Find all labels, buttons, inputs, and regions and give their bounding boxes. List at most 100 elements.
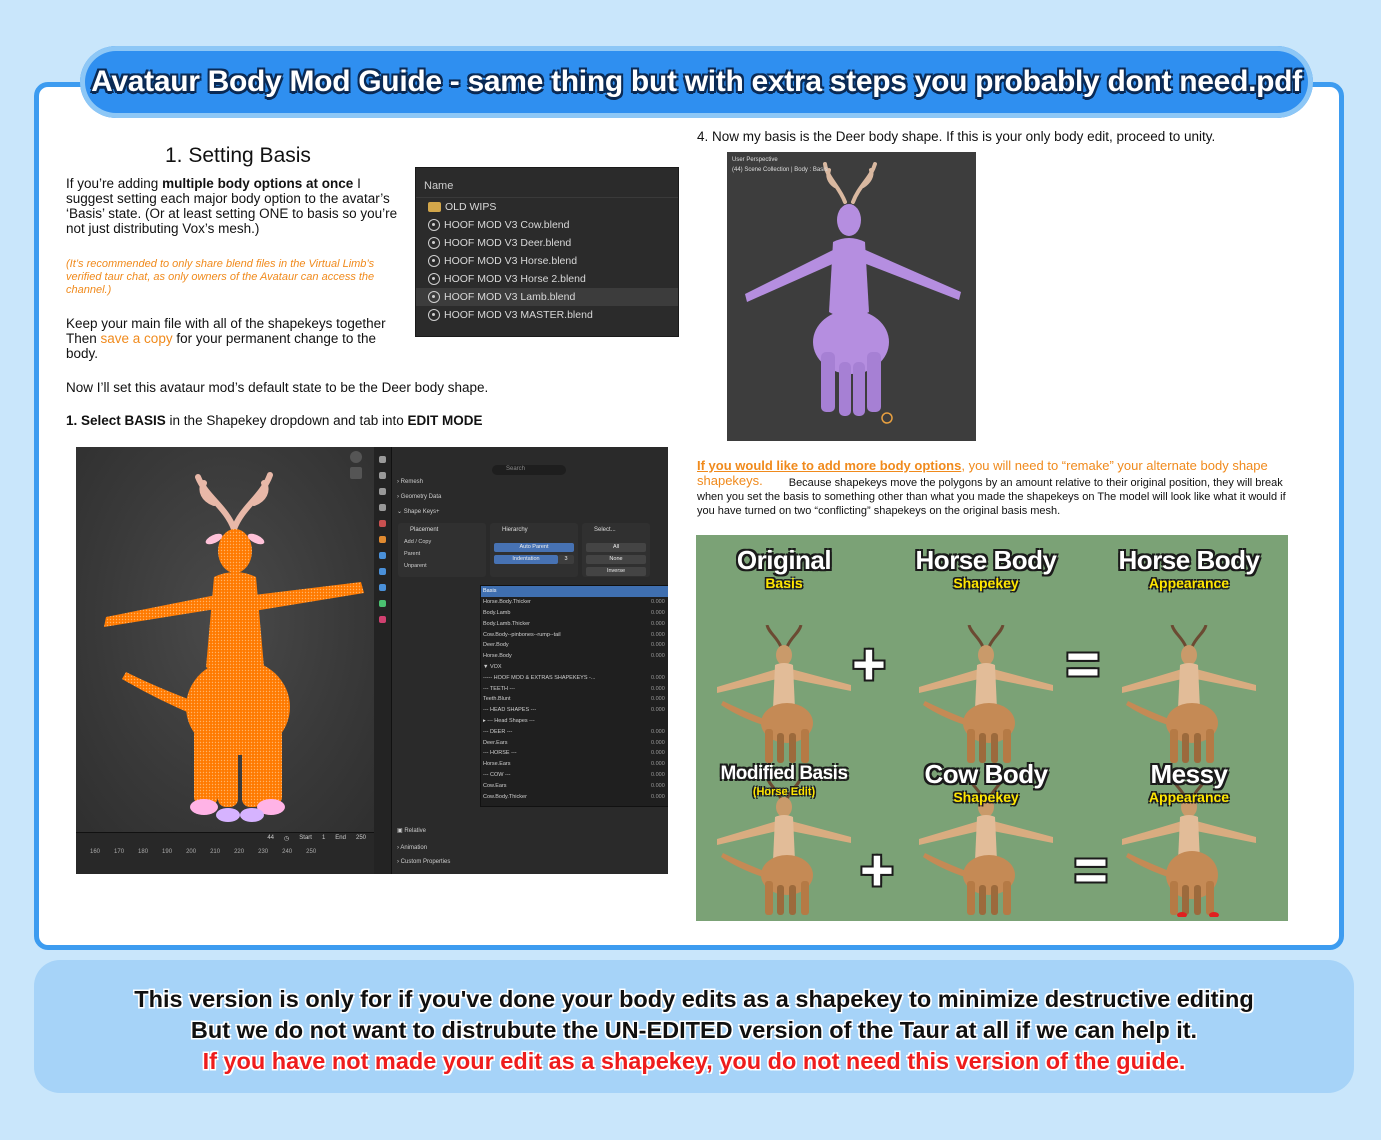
shape-key-value[interactable]: 0.000 xyxy=(651,610,668,616)
footer-warning: If you have not made your edit as a shap… xyxy=(202,1048,1186,1074)
file-name: HOOF MOD V3 Deer.blend xyxy=(444,237,572,249)
unparent-dropdown[interactable]: Unparent xyxy=(398,560,486,572)
properties-editor: Search › Remesh › Geometry Data ⌄ Shape … xyxy=(392,447,668,874)
object-tab-icon[interactable] xyxy=(379,536,386,543)
sharing-note: (It’s recommended to only share blend fi… xyxy=(66,258,375,296)
shape-key-row[interactable]: Cow.Body--pinbones--rump--tail 0.000 xyxy=(481,629,668,640)
title-banner: Avataur Body Mod Guide - same thing but … xyxy=(80,46,1313,118)
shape-key-row[interactable]: --- TEETH --- 0.000 xyxy=(481,683,668,694)
output-tab-icon[interactable] xyxy=(379,488,386,495)
shape-key-row[interactable]: --- DEER --- 0.000 xyxy=(481,726,668,737)
modifier-tab-icon[interactable] xyxy=(379,552,386,559)
shape-key-name: Teeth.Blunt xyxy=(483,696,511,703)
select-all-button[interactable]: All xyxy=(586,543,646,552)
geometry-data-section[interactable]: › Geometry Data xyxy=(397,494,441,500)
tool-tab-icon[interactable] xyxy=(379,456,386,463)
shape-key-row[interactable]: --- HEAD SHAPES --- 0.000 xyxy=(481,705,668,716)
plus-icon: + xyxy=(852,632,886,697)
start-frame[interactable]: 1 xyxy=(322,835,325,845)
timeline-tick: 210 xyxy=(210,849,221,855)
properties-search[interactable]: Search xyxy=(492,465,566,475)
comparison-label: Cow Body Shapekey xyxy=(924,759,1048,805)
shape-key-row[interactable]: Teeth.Blunt 0.000 xyxy=(481,694,668,705)
indentation-field[interactable]: Indentation xyxy=(494,555,558,564)
parent-dropdown[interactable]: Parent xyxy=(398,548,486,560)
add-copy-dropdown[interactable]: Add / Copy xyxy=(398,536,486,548)
shape-key-row[interactable]: Cow.Body.Thicker 0.000 xyxy=(481,791,668,802)
keep-file-paragraph: Keep your main file with all of the shap… xyxy=(66,316,386,361)
blend-file-icon xyxy=(428,291,440,303)
save-a-copy-link: save a copy xyxy=(100,331,173,346)
file-browser-header: Name xyxy=(416,168,678,198)
auto-parent-button[interactable]: Auto Parent xyxy=(494,543,574,552)
animation-section[interactable]: › Animation xyxy=(397,845,427,851)
shape-key-row[interactable]: Deer.Body 0.000 xyxy=(481,640,668,651)
indentation-value[interactable]: 3 xyxy=(558,555,574,564)
current-frame[interactable]: 44 xyxy=(267,835,274,845)
shape-key-row[interactable]: Body.Lamb 0.000 xyxy=(481,608,668,619)
file-item[interactable]: HOOF MOD V3 Deer.blend xyxy=(416,234,678,252)
shape-key-row[interactable]: ----- HOOF MOD & EXTRAS SHAPEKEYS -... 0.… xyxy=(481,672,668,683)
shape-key-value[interactable]: 0.000 xyxy=(651,761,668,767)
shape-key-name: --- HORSE --- xyxy=(483,750,517,757)
lilac-deer-mesh xyxy=(745,162,961,424)
shape-key-row[interactable]: Body.Lamb.Thicker 0.000 xyxy=(481,618,668,629)
file-item[interactable]: HOOF MOD V3 Cow.blend xyxy=(416,216,678,234)
shape-key-row[interactable]: Cow.Ears 0.000 xyxy=(481,780,668,791)
shape-key-value[interactable]: 0.000 xyxy=(651,632,668,638)
file-name: HOOF MOD V3 Cow.blend xyxy=(444,219,570,231)
file-item[interactable]: HOOF MOD V3 Horse 2.blend xyxy=(416,270,678,288)
shape-key-name: --- TEETH --- xyxy=(483,685,515,692)
shape-key-value[interactable]: 0.000 xyxy=(651,740,668,746)
render-tab-icon[interactable] xyxy=(379,472,386,479)
shape-key-name: Deer.Ears xyxy=(483,739,508,746)
physics-tab-icon[interactable] xyxy=(379,584,386,591)
shape-key-row[interactable]: --- HORSE --- 0.000 xyxy=(481,748,668,759)
mesh-data-tab-icon[interactable] xyxy=(379,600,386,607)
shape-key-value[interactable]: 0.000 xyxy=(651,642,668,648)
shape-key-row[interactable]: Horse.Ears 0.000 xyxy=(481,759,668,770)
footer-banner: This version is only for if you've done … xyxy=(34,960,1354,1093)
step-one-paragraph: 1. Select BASIS in the Shapekey dropdown… xyxy=(66,413,483,428)
select-none-button[interactable]: None xyxy=(586,555,646,564)
comparison-label: Messy Appearance xyxy=(1148,759,1230,805)
file-item[interactable]: HOOF MOD V3 Lamb.blend xyxy=(416,288,678,306)
shape-key-value[interactable]: 0.000 xyxy=(651,729,668,735)
custom-properties-section[interactable]: › Custom Properties xyxy=(397,859,450,865)
shape-key-row[interactable]: ▸ --- Head Shapes --- xyxy=(481,716,668,727)
shape-key-value[interactable]: 0.000 xyxy=(651,686,668,692)
remesh-section[interactable]: › Remesh xyxy=(397,479,423,485)
shape-key-value[interactable]: 0.000 xyxy=(651,707,668,713)
end-frame[interactable]: 250 xyxy=(356,835,366,845)
shape-key-row[interactable]: Horse.Body 0.000 xyxy=(481,651,668,662)
shape-key-value[interactable]: 0.000 xyxy=(651,675,668,681)
shape-key-value[interactable]: 0.000 xyxy=(651,696,668,702)
shape-key-row[interactable]: --- COW --- 0.000 xyxy=(481,770,668,781)
particles-tab-icon[interactable] xyxy=(379,568,386,575)
shape-key-value[interactable]: 0.000 xyxy=(651,599,668,605)
shape-key-value[interactable]: 0.000 xyxy=(651,772,668,778)
shape-key-row[interactable]: ▼ VOX xyxy=(481,662,668,673)
file-item[interactable]: HOOF MOD V3 Horse.blend xyxy=(416,252,678,270)
file-item[interactable]: OLD WIPS xyxy=(416,198,678,216)
shape-key-value[interactable]: 0.000 xyxy=(651,794,668,800)
comparison-label: Modified Basis (Horse Edit) xyxy=(720,763,848,798)
viewport-grid-icon[interactable] xyxy=(350,467,362,479)
shape-key-row[interactable]: Horse.Body.Thicker 0.000 xyxy=(481,597,668,608)
shape-key-name: Deer.Body xyxy=(483,642,509,649)
viewport-gizmo-icon[interactable] xyxy=(350,451,362,463)
shape-key-row[interactable]: Deer.Ears 0.000 xyxy=(481,737,668,748)
select-inverse-button[interactable]: Inverse xyxy=(586,567,646,576)
shape-key-value[interactable]: 0.000 xyxy=(651,750,668,756)
scene-tab-icon[interactable] xyxy=(379,520,386,527)
shape-key-value[interactable]: 0.000 xyxy=(651,621,668,627)
shape-key-value[interactable]: 0.000 xyxy=(651,783,668,789)
shape-keys-section[interactable]: ⌄ Shape Keys+ xyxy=(397,508,440,515)
view-layer-tab-icon[interactable] xyxy=(379,504,386,511)
step-four-paragraph: 4. Now my basis is the Deer body shape. … xyxy=(697,129,1216,144)
material-tab-icon[interactable] xyxy=(379,616,386,623)
shape-key-value[interactable]: 0.000 xyxy=(651,653,668,659)
relative-checkbox[interactable]: ▣ Relative xyxy=(397,827,426,834)
shape-key-row[interactable]: Basis xyxy=(481,586,668,597)
file-item[interactable]: HOOF MOD V3 MASTER.blend xyxy=(416,306,678,324)
